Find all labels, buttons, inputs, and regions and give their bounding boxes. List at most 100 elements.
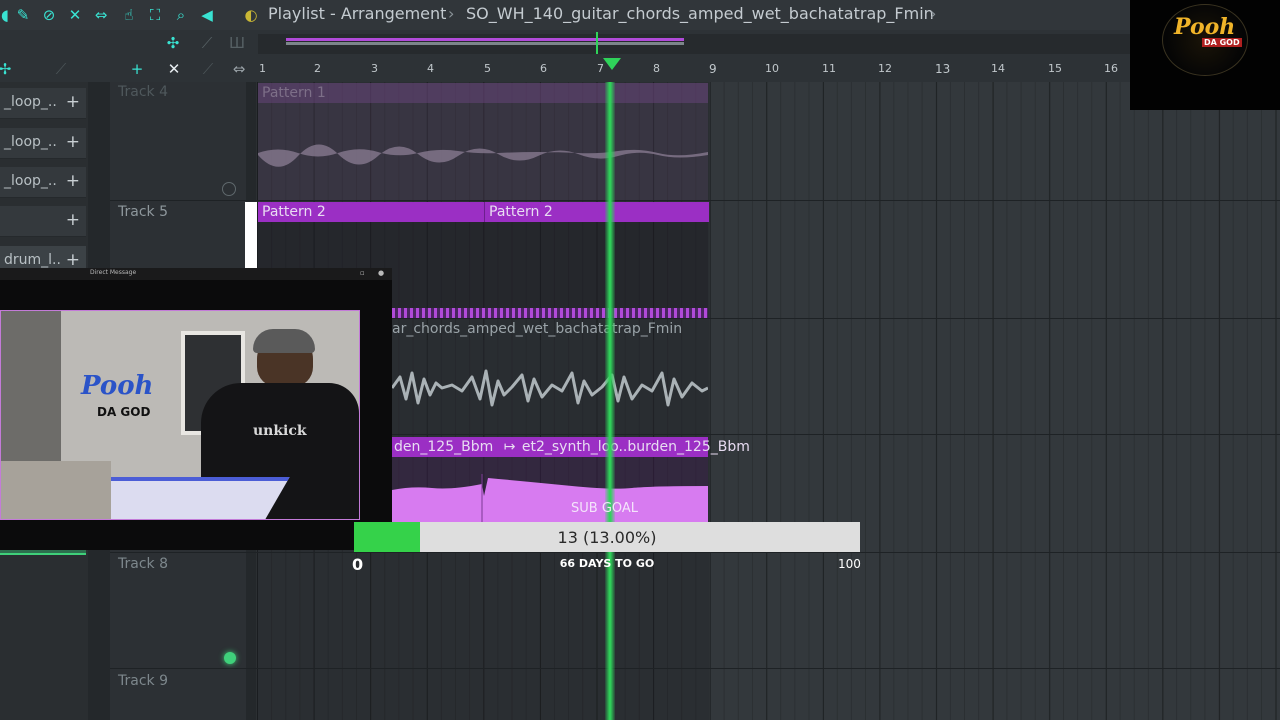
guitar-clip-top-strip — [392, 308, 708, 318]
title-trailing-separator: › — [930, 4, 937, 23]
desk — [1, 461, 111, 519]
stream-logo-text: Pooh — [1174, 14, 1236, 40]
mute-icon[interactable]: ⊘ — [40, 6, 58, 24]
hoodie-text: unkick — [253, 423, 307, 439]
bar-number: 16 — [1104, 62, 1118, 75]
plus-icon[interactable]: + — [66, 132, 80, 152]
synth-clip-b-label: et2_synth_loo..burden_125_Bbm — [521, 439, 750, 455]
select-icon[interactable]: ☝ — [120, 6, 138, 24]
wall-logo-subtext: DA GOD — [97, 405, 151, 419]
clip-pattern-1-header[interactable]: Pattern 1 — [258, 83, 708, 103]
link-icon[interactable]: ⟋ — [198, 34, 216, 52]
expand-icon[interactable]: ⇔ — [230, 60, 248, 78]
sidebar-item-label: _loop_.. — [4, 94, 57, 110]
track-name-4[interactable]: Track 4 — [118, 84, 168, 100]
file-name: SO_WH_140_guitar_chords_amped_wet_bachat… — [466, 4, 934, 23]
synth-clip-header[interactable]: den_125_Bbm ↦ et2_synth_loo..burden_125_… — [392, 437, 750, 457]
sub-goal-max: 100 — [838, 557, 861, 571]
edit-icon[interactable]: ⟋ — [199, 60, 217, 78]
bar-number: 8 — [653, 62, 660, 75]
overview-audio-strip — [286, 42, 684, 45]
bar-number: 9 — [709, 62, 717, 76]
midi-keyboard — [84, 477, 290, 519]
magnet-icon[interactable]: ◖ — [0, 6, 14, 24]
track-separator — [110, 668, 1280, 669]
synth-waveform — [392, 474, 708, 522]
guitar-clip-header[interactable]: ar_chords_amped_wet_bachatatrap_Fmin — [392, 319, 708, 339]
sidebar-item-label: drum_l.. — [4, 252, 61, 268]
clip-pattern-2b-label: Pattern 2 — [489, 204, 553, 220]
clip-pattern-2b-header[interactable]: Pattern 2 — [484, 202, 709, 222]
minimize-icon[interactable]: ▫ — [360, 269, 365, 277]
slide-icon[interactable]: ⇔ — [92, 6, 110, 24]
zoom-icon[interactable]: ⌕ — [172, 6, 190, 24]
overview-pattern-strip — [286, 38, 684, 41]
bar-number: 13 — [935, 62, 951, 76]
bar-number: 3 — [371, 62, 378, 75]
close-icon[interactable]: ● — [378, 269, 384, 277]
track-separator — [110, 552, 1280, 553]
track-name-8[interactable]: Track 8 — [118, 556, 168, 572]
stream-logo-subtext: DA GOD — [1202, 38, 1242, 47]
overview-bar: ✣ ⟋ Ш — [0, 30, 1130, 58]
track-separator — [110, 200, 1280, 201]
plus-icon[interactable]: + — [66, 210, 80, 230]
delete-icon[interactable]: ✕ — [165, 60, 183, 78]
plus-icon[interactable]: + — [66, 250, 80, 270]
bar-number: 6 — [540, 62, 547, 75]
overview-playhead[interactable] — [596, 32, 598, 54]
track-5-selected-strip — [245, 202, 257, 268]
plus-icon[interactable]: + — [66, 92, 80, 112]
stream-logo-box: Pooh DA GOD — [1130, 0, 1280, 110]
sidebar-item[interactable]: + — [0, 206, 86, 237]
bar-number: 5 — [484, 62, 491, 75]
sub-goal-label: SUB GOAL — [571, 501, 639, 516]
track-9-active-icon[interactable] — [224, 652, 236, 664]
snap-left-icon[interactable]: ✢ — [0, 60, 14, 78]
track-name-9[interactable]: Track 9 — [118, 673, 168, 689]
wall-logo: Pooh DA GOD — [61, 371, 161, 431]
sidebar-item[interactable]: _loop_.. + — [0, 128, 86, 159]
sidebar-item-label: _loop_.. — [4, 134, 57, 150]
webcam-window: Direct Message ▫ ● Pooh DA GOD unkick — [0, 268, 392, 550]
bar-number: 2 — [314, 62, 321, 75]
sub-goal-days: 66 DAYS TO GO — [559, 557, 655, 570]
clip-pattern-1-label: Pattern 1 — [262, 85, 326, 101]
plus-icon[interactable]: + — [66, 171, 80, 191]
webcam-window-title: Direct Message — [90, 269, 137, 276]
guitar-clip-label: ar_chords_amped_wet_bachatatrap_Fmin — [392, 321, 683, 337]
track-4-record-icon[interactable] — [222, 182, 236, 196]
playhead-marker[interactable] — [603, 58, 621, 70]
wall-logo-text: Pooh — [81, 371, 154, 401]
snap-icon[interactable]: ✣ — [164, 34, 182, 52]
pattern-1-waveform — [258, 144, 708, 167]
toolbar: ◖ ✎ ⊘ ✕ ⇔ ☝ ⛶ ⌕ ◀ ◐ Playlist - Arrangeme… — [0, 0, 1130, 31]
bar-number: 10 — [765, 62, 779, 75]
bar-number: 12 — [878, 62, 892, 75]
title-separator: › — [448, 4, 455, 23]
slip-icon[interactable]: ✕ — [66, 6, 84, 24]
grid-icon[interactable]: Ш — [228, 34, 246, 52]
sidebar-item[interactable]: _loop_.. + — [0, 167, 86, 198]
pencil-icon[interactable]: ✎ — [14, 6, 32, 24]
sub-goal-progress-text: 13 (13.00%) — [557, 528, 657, 547]
playhead-line[interactable] — [605, 82, 615, 720]
bar-number: 4 — [427, 62, 434, 75]
synth-arrow-icon: ↦ — [503, 439, 516, 455]
add-icon[interactable]: + — [128, 60, 146, 78]
diagonal-icon[interactable]: ⟋ — [52, 60, 70, 78]
webcam-video: Pooh DA GOD unkick — [0, 310, 360, 520]
bar-number: 14 — [991, 62, 1005, 75]
marquee-icon[interactable]: ⛶ — [146, 6, 164, 24]
clip-pattern-2a-header[interactable]: Pattern 2 — [258, 202, 484, 222]
sidebar-item[interactable]: _loop_.. + — [0, 88, 86, 119]
speaker-icon[interactable]: ◀ — [198, 6, 216, 24]
playlist-icon: ◐ — [244, 6, 258, 24]
ruler[interactable]: ✢ ⟋ + ✕ ⟋ ⇔ — [0, 58, 1130, 82]
sidebar-item-label: _loop_.. — [4, 173, 57, 189]
guitar-waveform — [392, 369, 708, 407]
track-name-5[interactable]: Track 5 — [118, 204, 168, 220]
synth-clip-a-label: den_125_Bbm — [394, 439, 494, 455]
person-cap — [253, 329, 315, 353]
webcam-titlebar: Direct Message ▫ ● — [0, 268, 392, 280]
